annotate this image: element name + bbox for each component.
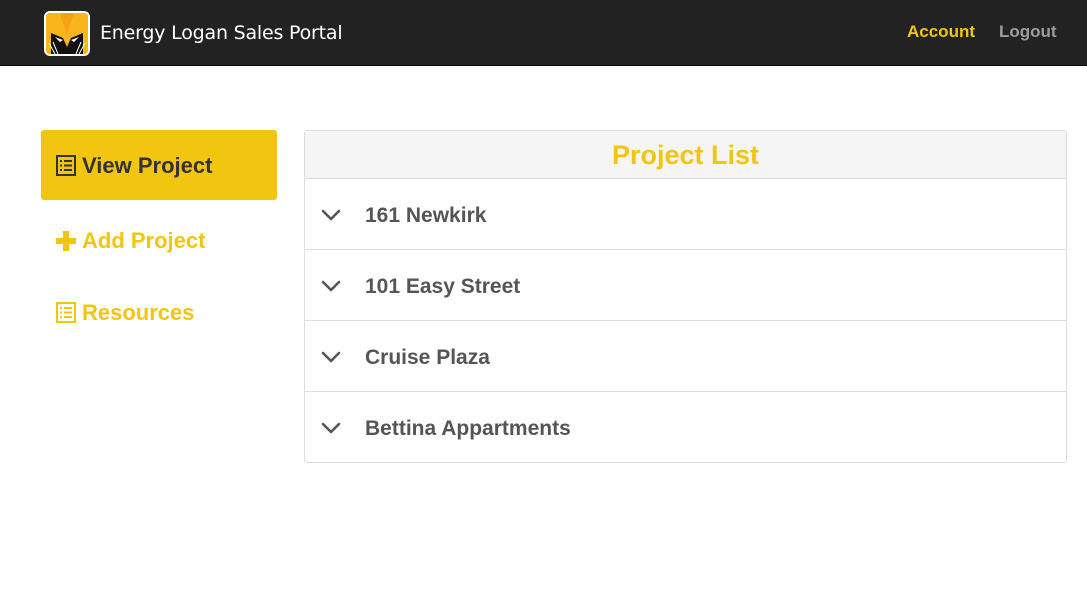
chevron-down-icon[interactable] xyxy=(321,351,341,364)
chevron-down-icon[interactable] xyxy=(321,422,341,435)
sidebar-item-label: Add Project xyxy=(82,228,206,253)
list-alt-icon xyxy=(55,302,77,324)
account-link[interactable]: Account xyxy=(907,21,975,43)
project-name: Bettina Appartments xyxy=(365,417,571,440)
chevron-down-icon[interactable] xyxy=(321,280,341,293)
list-alt-icon xyxy=(55,155,77,177)
navbar: Energy Logan Sales Portal Account Logout xyxy=(0,0,1087,66)
wolverine-mask-logo[interactable] xyxy=(44,11,90,56)
project-row[interactable]: Cruise Plaza xyxy=(305,321,1066,392)
project-name: Cruise Plaza xyxy=(365,346,490,369)
sidebar-item-resources[interactable]: Resources xyxy=(41,278,277,348)
panel-header: Project List xyxy=(305,131,1066,179)
panel-title: Project List xyxy=(611,139,760,170)
sidebar-item-label: View Project xyxy=(82,153,213,178)
logout-link[interactable]: Logout xyxy=(999,21,1057,43)
project-name: 101 Easy Street xyxy=(365,275,521,298)
project-row[interactable]: 161 Newkirk xyxy=(305,179,1066,250)
project-list-panel: Project List 161 Newkirk 101 Easy Street… xyxy=(304,130,1067,463)
project-row[interactable]: Bettina Appartments xyxy=(305,392,1066,463)
sidebar-item-add-project[interactable]: Add Project xyxy=(41,206,277,276)
project-row[interactable]: 101 Easy Street xyxy=(305,250,1066,321)
plus-icon xyxy=(55,230,77,252)
logo-graphic xyxy=(46,13,88,54)
project-name: 161 Newkirk xyxy=(365,204,487,227)
sidebar-item-label: Resources xyxy=(82,300,195,325)
brand-title[interactable]: Energy Logan Sales Portal xyxy=(100,20,343,46)
sidebar-item-view-project[interactable]: View Project xyxy=(41,130,277,200)
chevron-down-icon[interactable] xyxy=(321,209,341,222)
